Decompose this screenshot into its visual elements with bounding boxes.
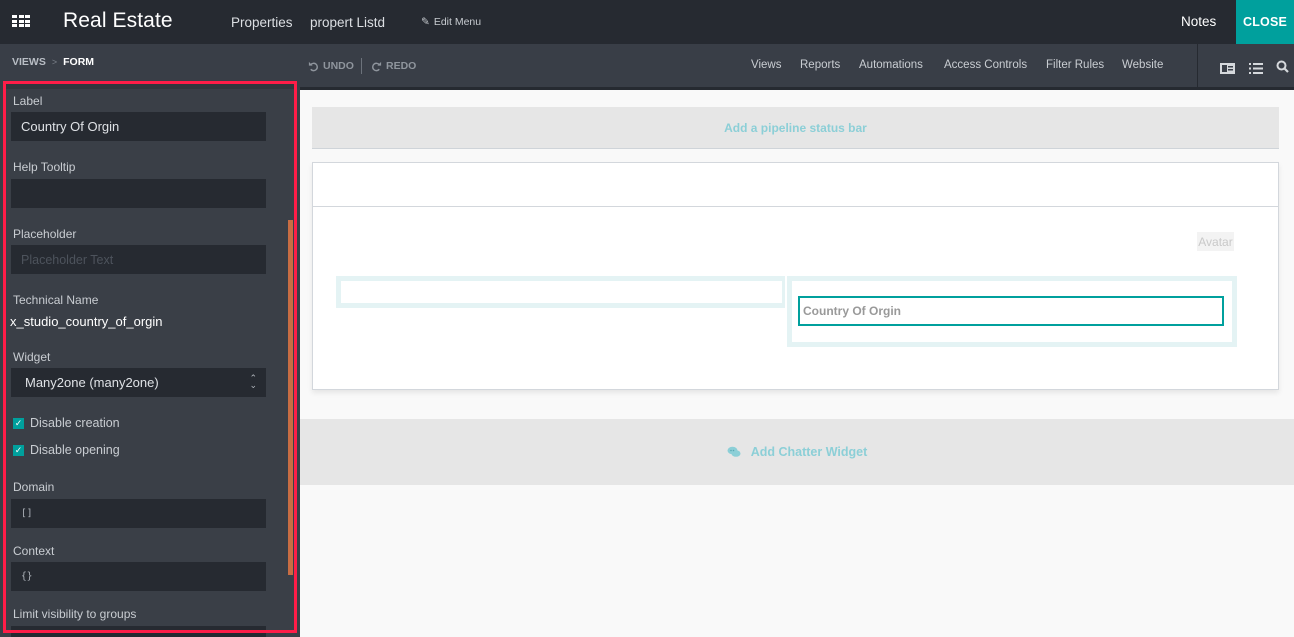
breadcrumb-separator-icon: > — [51, 57, 58, 67]
label-field-title: Label — [13, 94, 43, 108]
top-navbar: Real Estate Properties propert Listd ✎ E… — [0, 0, 1294, 44]
placeholder-input[interactable]: Placeholder Text — [11, 245, 266, 274]
sidebar-top-strip — [6, 84, 294, 89]
breadcrumb-form: FORM — [63, 56, 95, 68]
edit-menu-label: Edit Menu — [433, 16, 482, 28]
studio-menu-views[interactable]: Views — [751, 59, 781, 71]
widget-title: Widget — [13, 350, 51, 364]
edit-menu-button[interactable]: ✎ Edit Menu — [421, 16, 481, 28]
apps-grid-icon[interactable] — [12, 15, 30, 28]
redo-label: REDO — [386, 60, 417, 72]
redo-icon — [372, 61, 382, 71]
breadcrumb: VIEWS > FORM — [12, 56, 94, 68]
disable-opening-checkbox[interactable]: ✓ Disable opening — [13, 443, 120, 457]
add-chatter-widget[interactable]: Add Chatter Widget — [300, 419, 1294, 485]
domain-input[interactable]: [] — [11, 499, 266, 528]
label-input[interactable]: Country Of Orgin — [11, 112, 266, 141]
app-title: Real Estate — [63, 9, 173, 32]
list-view-icon[interactable] — [1249, 61, 1263, 79]
undo-redo-separator — [361, 58, 362, 74]
pencil-icon: ✎ — [421, 16, 430, 28]
studio-menu-website[interactable]: Website — [1122, 59, 1163, 71]
undo-button[interactable]: UNDO — [308, 60, 354, 72]
menu-propert-listd[interactable]: propert Listd — [310, 15, 385, 30]
chat-bubbles-icon — [727, 446, 741, 457]
disable-creation-checkbox[interactable]: ✓ Disable creation — [13, 416, 120, 430]
studio-menu-automations[interactable]: Automations — [859, 59, 923, 71]
placeholder-title: Placeholder — [13, 227, 77, 241]
add-chatter-label: Add Chatter Widget — [750, 445, 868, 459]
checkbox-checked-icon: ✓ — [13, 417, 24, 429]
limit-visibility-input[interactable] — [11, 626, 266, 637]
close-button[interactable]: CLOSE — [1236, 0, 1294, 44]
technical-name-value: x_studio_country_of_orgin — [10, 314, 163, 329]
toolbar-icons-divider — [1197, 44, 1198, 89]
form-sheet: Avatar Country Of Orgin — [312, 162, 1279, 390]
checkbox-checked-icon: ✓ — [13, 444, 24, 456]
widget-select[interactable]: Many2one (many2one) ⌃ ⌄ — [11, 368, 266, 397]
widget-select-value: Many2one (many2one) — [25, 375, 159, 390]
sidebar-scrollbar[interactable] — [288, 220, 293, 575]
context-title: Context — [13, 544, 55, 558]
domain-title: Domain — [13, 480, 55, 494]
form-group-left[interactable] — [336, 276, 785, 308]
help-tooltip-title: Help Tooltip — [13, 160, 76, 174]
breadcrumb-views[interactable]: VIEWS — [12, 56, 46, 68]
undo-icon — [308, 61, 318, 71]
avatar-placeholder[interactable]: Avatar — [1197, 232, 1234, 251]
form-view-icon[interactable] — [1220, 61, 1235, 79]
studio-menu-access-controls[interactable]: Access Controls — [944, 59, 1027, 71]
selected-field-country-of-orgin[interactable]: Country Of Orgin — [798, 296, 1224, 326]
select-updown-icon: ⌃ ⌄ — [249, 373, 257, 390]
context-input[interactable]: {} — [11, 562, 266, 591]
redo-button[interactable]: REDO — [371, 60, 416, 72]
form-sheet-header[interactable] — [313, 163, 1278, 207]
disable-creation-label: Disable creation — [30, 416, 120, 430]
field-properties-sidebar: Label Country Of Orgin Help Tooltip Plac… — [0, 89, 300, 637]
toolbar-divider — [300, 87, 1294, 90]
disable-opening-label: Disable opening — [30, 443, 120, 457]
technical-name-title: Technical Name — [13, 293, 99, 307]
search-view-icon[interactable] — [1276, 60, 1289, 78]
studio-menu-reports[interactable]: Reports — [800, 59, 840, 71]
menu-properties[interactable]: Properties — [231, 15, 293, 30]
notes-button[interactable]: Notes — [1181, 14, 1216, 29]
undo-label: UNDO — [323, 60, 354, 72]
help-tooltip-input[interactable] — [11, 179, 266, 208]
studio-menu-filter-rules[interactable]: Filter Rules — [1046, 59, 1104, 71]
add-pipeline-status-bar[interactable]: Add a pipeline status bar — [312, 107, 1279, 149]
limit-visibility-title: Limit visibility to groups — [13, 607, 137, 621]
